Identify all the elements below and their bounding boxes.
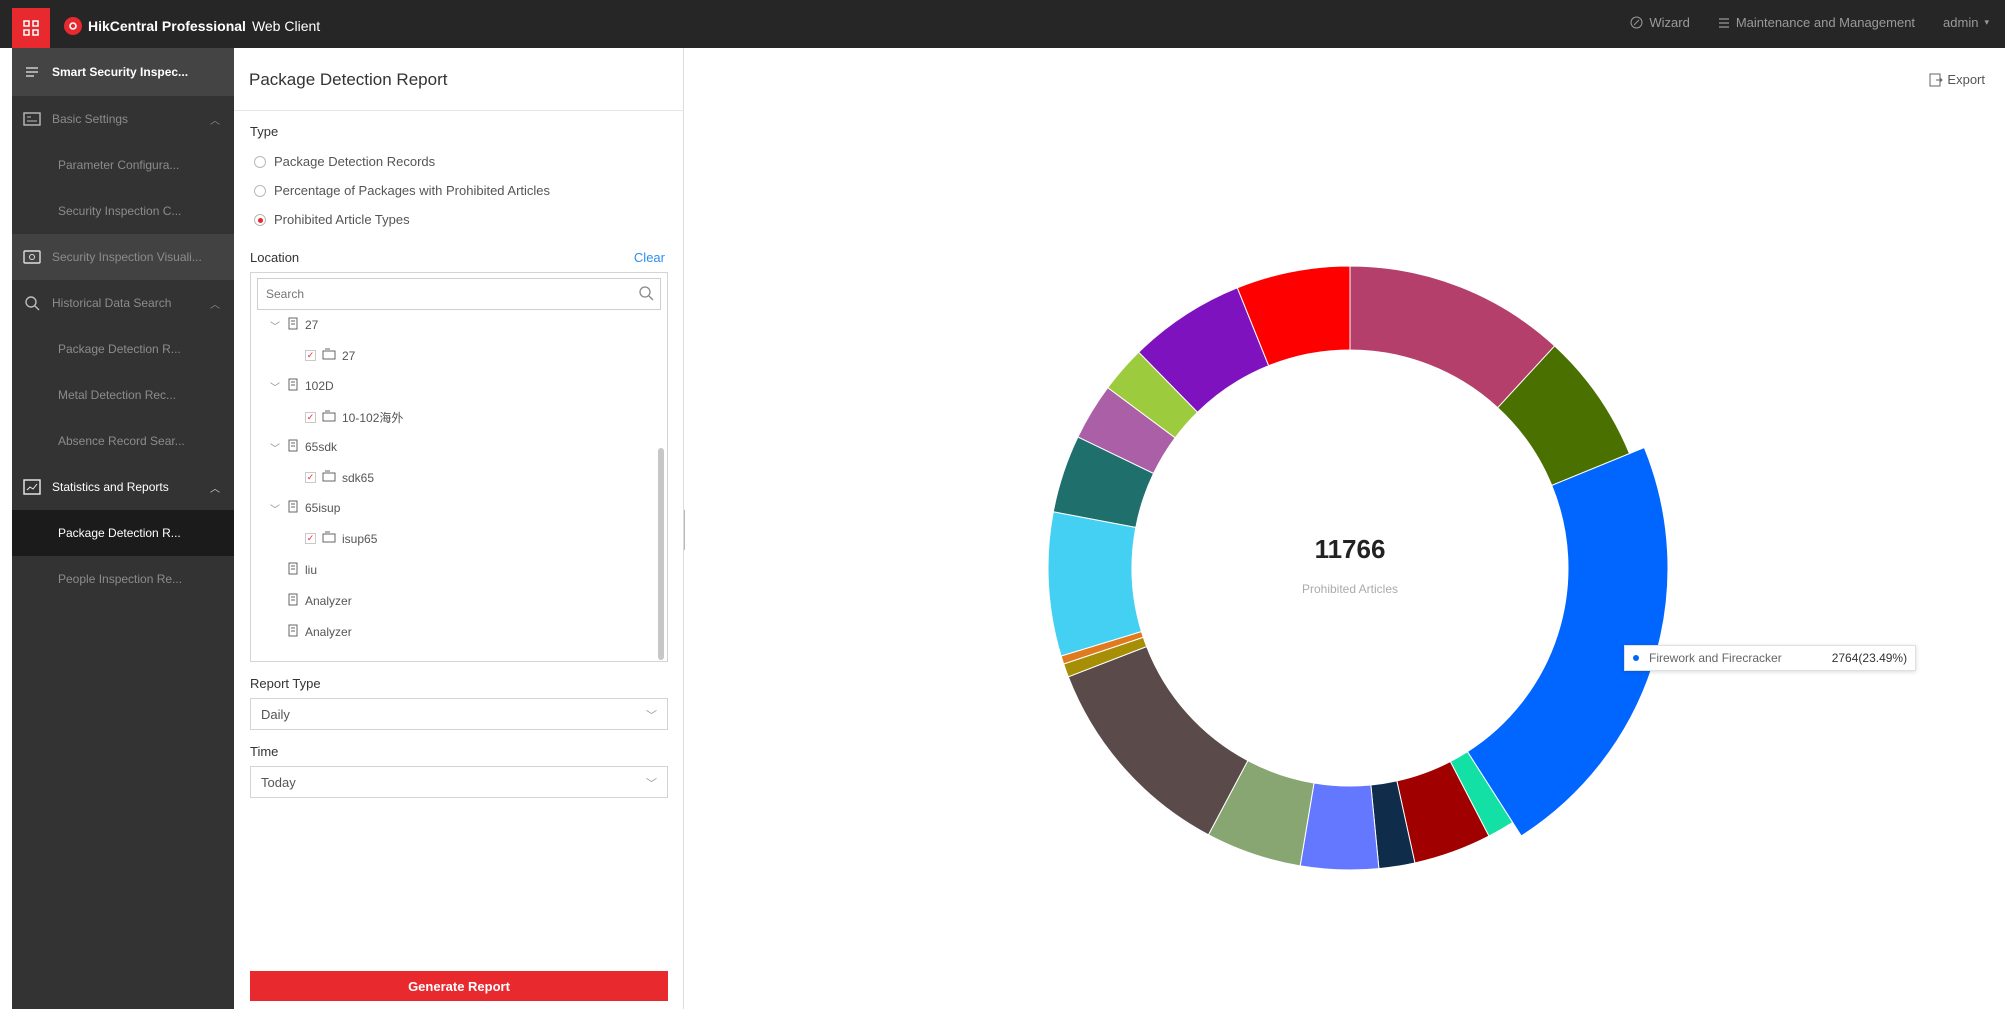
tooltip-series-value: 2764(23.49%) bbox=[1831, 651, 1908, 665]
chart-total-value: 11766 bbox=[1314, 534, 1386, 564]
legend-dot bbox=[1633, 655, 1639, 661]
donut-slice[interactable] bbox=[1466, 446, 1669, 837]
chart-total-label: Prohibited Articles bbox=[1301, 582, 1399, 596]
donut-slice[interactable] bbox=[1067, 645, 1249, 836]
donut-chart[interactable] bbox=[0, 0, 2005, 1009]
donut-slice[interactable] bbox=[1047, 511, 1143, 657]
chart-tooltip: Firework and Firecracker 2764(23.49%) bbox=[1624, 645, 1917, 671]
tooltip-series-name: Firework and Firecracker bbox=[1649, 651, 1782, 665]
